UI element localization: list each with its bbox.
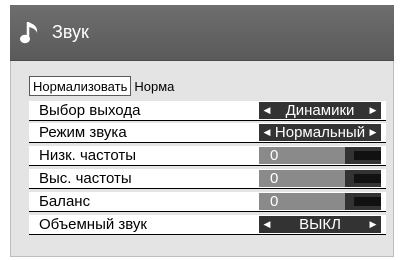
- music-note-icon: [20, 22, 38, 44]
- balance-slider[interactable]: 0: [259, 193, 381, 210]
- title-bar: Звук: [10, 5, 394, 61]
- arrow-right-icon[interactable]: ▶: [367, 102, 379, 119]
- slider-track[interactable]: [354, 174, 381, 183]
- settings-panel: Нормализовать Норма Выбор выхода ◀ Динам…: [10, 61, 394, 257]
- setting-row-surround[interactable]: Объемный звук ◀ ВЫКЛ ▶: [29, 215, 386, 235]
- setting-label: Выс. частоты: [39, 170, 132, 187]
- surround-select[interactable]: ◀ ВЫКЛ ▶: [259, 216, 381, 233]
- setting-label: Выбор выхода: [39, 102, 141, 119]
- slider-track[interactable]: [354, 151, 381, 160]
- setting-label: Низк. частоты: [39, 147, 137, 164]
- arrow-left-icon[interactable]: ◀: [261, 216, 273, 233]
- normalize-row: Нормализовать Норма: [29, 76, 174, 96]
- bass-slider[interactable]: 0: [259, 147, 381, 164]
- slider-track[interactable]: [354, 197, 381, 206]
- slider-value: 0: [259, 193, 345, 210]
- arrow-left-icon[interactable]: ◀: [261, 124, 273, 141]
- select-value: ВЫКЛ: [299, 216, 341, 233]
- arrow-right-icon[interactable]: ▶: [367, 216, 379, 233]
- setting-row-balance[interactable]: Баланс 0: [29, 192, 386, 212]
- sound-mode-select[interactable]: ◀ Нормальный ▶: [259, 124, 381, 141]
- setting-label: Режим звука: [39, 124, 127, 141]
- page-title: Звук: [52, 22, 89, 42]
- setting-label: Баланс: [39, 193, 91, 210]
- setting-row-output[interactable]: Выбор выхода ◀ Динамики ▶: [29, 101, 386, 121]
- sound-menu-window: Звук Нормализовать Норма Выбор выхода ◀ …: [10, 5, 394, 257]
- treble-slider[interactable]: 0: [259, 170, 381, 187]
- select-value: Динамики: [285, 102, 355, 119]
- normalize-status: Норма: [134, 78, 175, 94]
- setting-row-sound-mode[interactable]: Режим звука ◀ Нормальный ▶: [29, 123, 386, 143]
- slider-value: 0: [259, 147, 345, 164]
- setting-row-bass[interactable]: Низк. частоты 0: [29, 146, 386, 166]
- arrow-right-icon[interactable]: ▶: [367, 124, 379, 141]
- select-value: Нормальный: [274, 124, 366, 141]
- arrow-left-icon[interactable]: ◀: [261, 102, 273, 119]
- slider-value: 0: [259, 170, 345, 187]
- output-select[interactable]: ◀ Динамики ▶: [259, 102, 381, 119]
- setting-label: Объемный звук: [39, 216, 147, 233]
- setting-row-treble[interactable]: Выс. частоты 0: [29, 169, 386, 189]
- normalize-button[interactable]: Нормализовать: [29, 76, 132, 96]
